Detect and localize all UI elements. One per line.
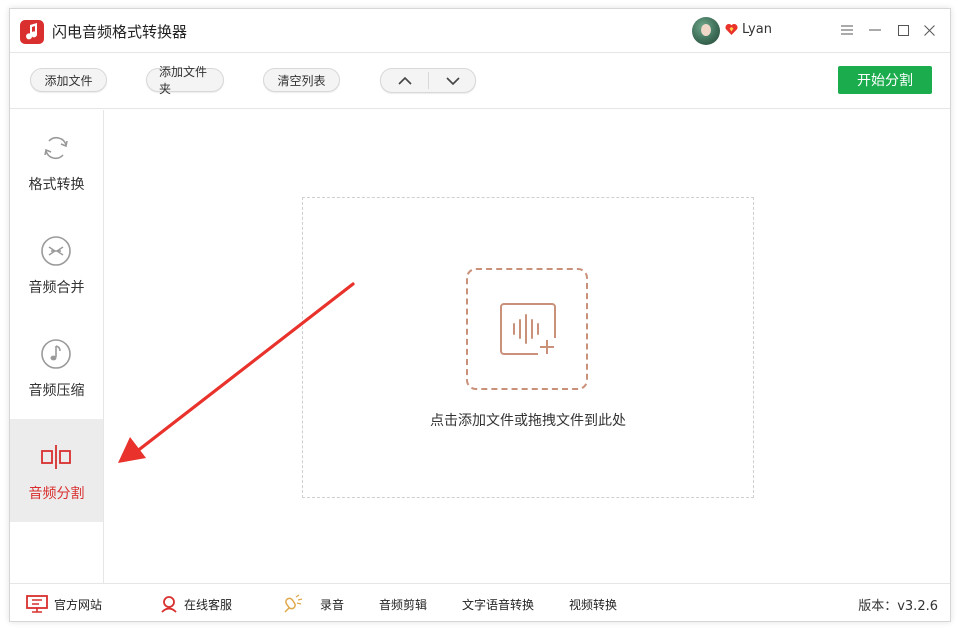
move-down-button[interactable] [429,69,477,92]
text-to-speech-link[interactable]: 文字语音转换 [462,594,534,614]
online-support-link[interactable]: 在线客服 [160,594,232,614]
add-folder-button[interactable]: 添加文件夹 [146,65,224,96]
record-label: 录音 [320,597,345,612]
drop-zone[interactable]: 点击添加文件或拖拽文件到此处 [302,197,754,498]
chevron-up-icon [398,76,412,85]
official-website-link[interactable]: 官方网站 [26,594,102,614]
music-note-icon [41,339,71,369]
online-support-label: 在线客服 [184,597,233,612]
add-audio-box[interactable] [466,268,588,390]
sidebar-item-label: 格式转换 [28,177,85,193]
sidebar-item-audio-merge[interactable]: 音频合并 [10,213,103,316]
video-convert-link[interactable]: 视频转换 [569,594,617,614]
avatar[interactable] [692,17,720,45]
maximize-icon[interactable] [892,19,914,41]
vip-heart-icon [725,24,738,35]
monitor-icon [26,595,48,613]
refresh-icon [44,137,68,159]
sidebar-item-label: 音频压缩 [28,383,85,399]
add-file-button[interactable]: 添加文件 [30,68,107,92]
sidebar-item-audio-split[interactable]: 音频分割 [10,419,103,522]
minimize-icon[interactable] [864,19,886,41]
microphone-icon [284,594,303,613]
sidebar-item-format-convert[interactable]: 格式转换 [10,110,103,213]
username[interactable]: Lyan [742,22,772,37]
close-icon[interactable] [918,19,940,41]
menu-icon[interactable] [836,19,858,41]
move-up-button[interactable] [381,69,429,92]
clear-list-button[interactable]: 清空列表 [263,68,340,92]
chevron-down-icon [446,76,460,85]
move-buttons [380,68,476,93]
split-icon [41,445,71,469]
sidebar-item-label: 音频合并 [28,280,85,296]
footer: 官方网站 在线客服 录音 音频剪辑 文字语音转换 视频转换 版本：v3.2.6 [10,583,950,622]
record-link[interactable]: 录音 [282,594,344,614]
add-audio-icon [500,303,556,356]
version-label: 版本：v3.2.6 [858,599,938,614]
app-title: 闪电音频格式转换器 [52,23,188,41]
support-agent-icon [161,596,177,613]
drop-hint-text: 点击添加文件或拖拽文件到此处 [430,413,626,429]
title-bar: 闪电音频格式转换器 Lyan [10,9,950,53]
merge-icon [41,236,71,266]
app-logo-icon [20,20,44,44]
sidebar-item-audio-compress[interactable]: 音频压缩 [10,316,103,419]
start-split-button[interactable]: 开始分割 [838,66,932,94]
app-window: 闪电音频格式转换器 Lyan 添加文件 添加文件夹 清空列表 开始分割 格式转换… [9,8,951,622]
sidebar: 格式转换 音频合并 音频压缩 音频分割 [10,110,104,583]
sidebar-item-label: 音频分割 [28,486,85,502]
audio-edit-link[interactable]: 音频剪辑 [379,594,427,614]
toolbar: 添加文件 添加文件夹 清空列表 开始分割 [10,53,950,109]
official-website-label: 官方网站 [54,597,103,612]
